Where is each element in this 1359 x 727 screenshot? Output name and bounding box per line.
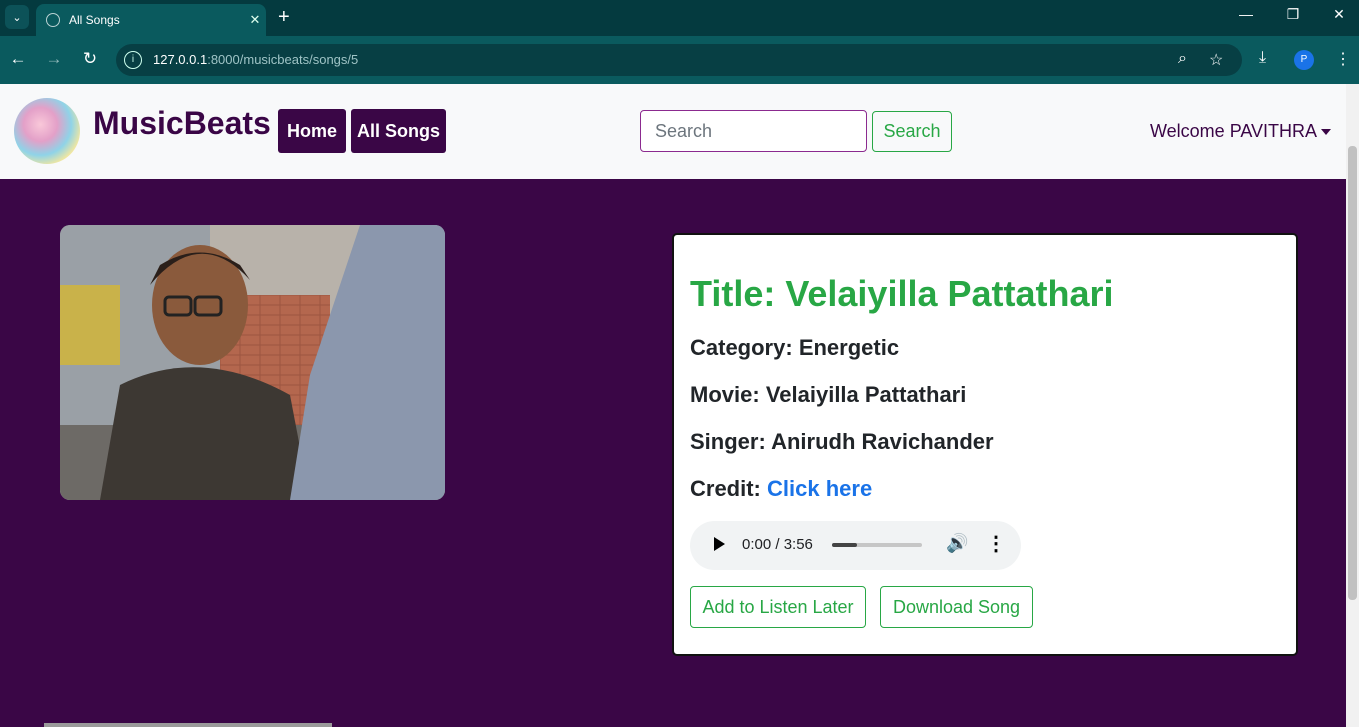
close-tab-icon[interactable]: ✕	[244, 12, 266, 28]
song-title: Title: Velaiyilla Pattathari	[690, 273, 1114, 314]
site-info-icon[interactable]: i	[124, 51, 142, 69]
menu-kebab-icon[interactable]: ⋮	[1335, 49, 1351, 69]
zoom-icon[interactable]: ⌕	[1178, 50, 1187, 68]
bookmark-star-icon[interactable]: ☆	[1209, 50, 1223, 70]
address-bar[interactable]: i 127.0.0.1:8000/musicbeats/songs/5 ⌕ ☆	[116, 44, 1242, 76]
volume-icon[interactable]: 🔊	[946, 533, 968, 554]
vertical-scrollbar[interactable]	[1346, 84, 1359, 727]
search-button[interactable]: Search	[872, 111, 952, 152]
audio-time: 0:00 / 3:56	[742, 536, 813, 553]
forward-icon[interactable]: →	[44, 49, 64, 69]
brand-name[interactable]: MusicBeats	[93, 105, 271, 142]
download-song-button[interactable]: Download Song	[880, 586, 1033, 628]
song-detail-card: Title: Velaiyilla Pattathari Category: E…	[672, 233, 1298, 656]
credit-link[interactable]: Click here	[767, 476, 872, 501]
globe-icon	[46, 13, 60, 27]
song-singer: Singer: Anirudh Ravichander	[690, 429, 994, 454]
song-category: Category: Energetic	[690, 335, 900, 360]
site-navbar: MusicBeats Home All Songs Search Welcome…	[0, 84, 1346, 179]
add-to-listen-later-button[interactable]: Add to Listen Later	[690, 586, 866, 628]
nav-all-songs-link[interactable]: All Songs	[351, 109, 446, 153]
url-text: 127.0.0.1:8000/musicbeats/songs/5	[153, 52, 359, 67]
restore-icon[interactable]: ❐	[1273, 6, 1313, 23]
browser-tab[interactable]: All Songs ✕	[36, 4, 266, 36]
browser-toolbar: ← → ↻ i 127.0.0.1:8000/musicbeats/songs/…	[0, 36, 1359, 84]
nav-home-link[interactable]: Home	[278, 109, 346, 153]
song-credit: Credit: Click here	[690, 476, 873, 501]
scrollbar-thumb[interactable]	[1348, 146, 1357, 600]
reload-icon[interactable]: ↻	[80, 49, 100, 69]
download-icon[interactable]: ⤓	[1259, 49, 1266, 67]
user-dropdown[interactable]: Welcome PAVITHRA	[1150, 121, 1332, 142]
more-options-icon[interactable]: ⋮	[986, 531, 1006, 556]
tab-title: All Songs	[69, 13, 120, 27]
search-input[interactable]	[640, 110, 867, 152]
song-cover-image	[60, 225, 445, 500]
browser-tab-bar: ⌄ All Songs ✕ + — ❐ ✕	[0, 0, 1359, 36]
audio-buffered-fill	[832, 543, 858, 547]
minimize-icon[interactable]: —	[1226, 6, 1266, 22]
tab-search-icon[interactable]: ⌄	[5, 5, 29, 29]
audio-progress-track[interactable]	[832, 543, 922, 547]
welcome-text: Welcome PAVITHRA	[1150, 121, 1318, 141]
song-movie: Movie: Velaiyilla Pattathari	[690, 382, 967, 407]
audio-player: 0:00 / 3:56 🔊 ⋮	[690, 521, 1021, 570]
movie-still-image	[60, 225, 445, 500]
profile-avatar[interactable]: P	[1294, 50, 1314, 70]
site-logo[interactable]	[14, 98, 80, 164]
new-tab-icon[interactable]: +	[278, 6, 290, 28]
close-window-icon[interactable]: ✕	[1319, 6, 1359, 23]
back-icon[interactable]: ←	[8, 49, 28, 69]
play-icon[interactable]	[714, 537, 725, 551]
caret-down-icon	[1321, 129, 1332, 136]
horizontal-scrollbar[interactable]	[44, 723, 332, 727]
